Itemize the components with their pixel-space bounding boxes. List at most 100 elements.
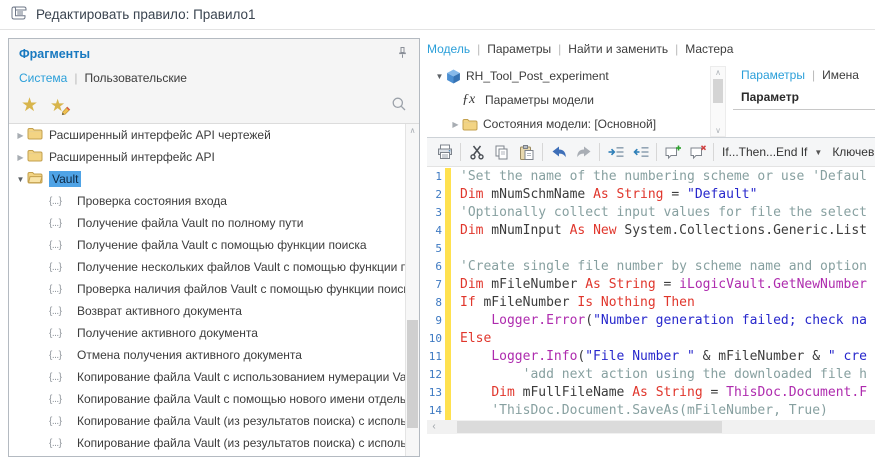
scroll-up-icon[interactable]: ∧ xyxy=(406,126,419,135)
if-then-snippet-dropdown[interactable]: If...Then...End If ▼ xyxy=(717,145,827,159)
tab-separator: | xyxy=(558,42,562,56)
keywords-dropdown[interactable]: Ключевые слова▼ xyxy=(827,145,875,159)
add-favorite-star-icon[interactable]: ★ xyxy=(50,97,71,115)
tree-row[interactable]: {...} Проверка наличия файлов Vault с пом… xyxy=(9,278,419,300)
code-text: 'Optionally collect input values for fil… xyxy=(460,205,867,220)
tree-row[interactable]: {...} Отмена получения активного документ… xyxy=(9,344,419,366)
tree-item-label: Копирование файла Vault (из результатов … xyxy=(77,436,419,450)
tree-row[interactable]: {...} Возврат активного документа xyxy=(9,300,419,322)
line-number: 6 xyxy=(435,260,442,273)
h-scrollbar-thumb[interactable] xyxy=(457,421,722,433)
remove-comment-icon[interactable] xyxy=(685,141,710,163)
snippet-icon: {...} xyxy=(49,327,62,339)
add-comment-icon[interactable] xyxy=(660,141,685,163)
code-text: 'Create single file number by scheme nam… xyxy=(460,259,867,274)
code-text: 'ThisDoc.Document.SaveAs(mFileNumber, Tr… xyxy=(491,403,828,418)
tree-row[interactable]: {...} Копирование файла Vault (из результ… xyxy=(9,410,419,432)
tree-row[interactable]: {...} Проверка состояния входа xyxy=(9,190,419,212)
tree-item-label: Получение активного документа xyxy=(77,326,258,340)
cut-icon[interactable] xyxy=(464,141,489,163)
parameters-panel: Параметры | Имена Параметр xyxy=(733,64,875,137)
tree-row[interactable]: {...} Получение активного документа xyxy=(9,322,419,344)
if-then-label: If...Then...End If xyxy=(722,145,808,159)
scroll-left-icon[interactable]: ‹ xyxy=(427,420,441,434)
indent-icon[interactable] xyxy=(603,141,628,163)
tree-row[interactable]: {...} Копирование файла Vault с помощью н… xyxy=(9,388,419,410)
toolbar-separator xyxy=(713,143,714,161)
tree-item-label: Копирование файла Vault с использованием… xyxy=(77,370,419,384)
code-line: 10 Else xyxy=(427,330,875,348)
expand-icon[interactable]: ▶ xyxy=(449,120,462,129)
line-number: 1 xyxy=(435,170,442,183)
search-icon[interactable] xyxy=(391,96,407,115)
model-tab-0[interactable]: Модель xyxy=(427,42,470,56)
code-line: 9 Logger.Error("Number generation failed… xyxy=(427,312,875,330)
code-line: 7 Dim mFileNumber As String = iLogicVault… xyxy=(427,276,875,294)
parameters-tab-1[interactable]: Имена xyxy=(822,68,859,82)
model-tab-1[interactable]: Параметры xyxy=(487,42,551,56)
scrollbar-thumb[interactable] xyxy=(407,320,418,428)
print-icon[interactable] xyxy=(432,141,457,163)
line-number: 2 xyxy=(435,188,442,201)
model-tab-2[interactable]: Найти и заменить xyxy=(568,42,668,56)
model-tree-row[interactable]: ▼ RH_Tool_Post_experiment xyxy=(427,64,710,88)
pin-icon[interactable] xyxy=(396,46,409,62)
tree-row[interactable]: ▶ Расширенный интерфейс API xyxy=(9,146,419,168)
expand-icon[interactable]: ▶ xyxy=(14,153,27,162)
line-number: 11 xyxy=(428,350,442,363)
line-number: 13 xyxy=(428,386,442,399)
line-number: 9 xyxy=(435,314,442,327)
model-tree-scrollbar[interactable]: ∧ ∨ xyxy=(710,66,726,137)
collapse-icon[interactable]: ▼ xyxy=(433,72,446,81)
outdent-icon[interactable] xyxy=(628,141,653,163)
tree-item-label: Получение файла Vault с помощью функции … xyxy=(77,238,367,252)
tree-row[interactable]: ▶ Расширенный интерфейс API чертежей xyxy=(9,124,419,146)
scrollbar-thumb[interactable] xyxy=(713,79,723,103)
line-number: 7 xyxy=(435,278,442,291)
scroll-up-icon[interactable]: ∧ xyxy=(711,68,725,77)
chevron-down-icon: ▼ xyxy=(814,147,823,157)
model-tab-3[interactable]: Мастера xyxy=(685,42,733,56)
folder-icon xyxy=(27,171,43,187)
editor-h-scrollbar[interactable]: ‹ xyxy=(427,420,875,434)
snippet-icon: {...} xyxy=(49,349,62,361)
tree-row[interactable]: {...} Копирование файла Vault (из результ… xyxy=(9,432,419,454)
line-number: 3 xyxy=(435,206,442,219)
fragments-tab-1[interactable]: Пользовательские xyxy=(84,71,187,85)
pencil-icon xyxy=(62,106,71,115)
code-line: 12 'add next action using the downloaded… xyxy=(427,366,875,384)
tree-row[interactable]: {...} Копирование файла Vault с использов… xyxy=(9,366,419,388)
redo-icon[interactable] xyxy=(571,141,596,163)
folder-icon xyxy=(462,118,478,131)
tree-item-label: Возврат активного документа xyxy=(77,304,242,318)
collapse-icon[interactable]: ▼ xyxy=(14,175,27,184)
favorites-star-icon[interactable]: ★ xyxy=(21,96,38,115)
code-line: 4 Dim mNumInput As New System.Collections… xyxy=(427,222,875,240)
copy-icon[interactable] xyxy=(489,141,514,163)
code-text: Logger.Info("File Number " & mFileNumber… xyxy=(491,349,868,364)
line-number: 12 xyxy=(428,368,442,381)
folder-icon xyxy=(27,149,43,165)
code-editor[interactable]: 1 'Set the name of the numbering scheme o… xyxy=(427,168,875,420)
code-text: Else xyxy=(460,331,492,346)
code-text: Dim mNumInput As New System.Collections.… xyxy=(460,223,867,238)
parameters-tab-0[interactable]: Параметры xyxy=(741,68,805,82)
scroll-down-icon[interactable]: ∨ xyxy=(711,126,725,135)
code-text: 'add next action using the downloaded fi… xyxy=(522,367,867,382)
tree-row[interactable]: {...} Получение нескольких файлов Vault с… xyxy=(9,256,419,278)
code-text: Dim mFullFileName As String = ThisDoc.Do… xyxy=(491,385,868,400)
model-tree-row[interactable]: ƒx Параметры модели xyxy=(427,88,710,112)
fragments-tab-0[interactable]: Система xyxy=(19,71,67,85)
fx-parameters-icon: ƒx xyxy=(462,92,476,107)
tree-row[interactable]: {...} Получение файла Vault с помощью фун… xyxy=(9,234,419,256)
paste-icon[interactable] xyxy=(514,141,539,163)
undo-icon[interactable] xyxy=(546,141,571,163)
fragments-tree-scrollbar[interactable]: ∧ xyxy=(405,124,419,456)
tree-row[interactable]: {...} Получение файла Vault по полному пу… xyxy=(9,212,419,234)
model-tree-row[interactable]: ▶ Состояния модели: [Основной] xyxy=(427,112,710,136)
tree-row[interactable]: ▼ Vault xyxy=(9,168,419,190)
expand-icon[interactable]: ▶ xyxy=(14,131,27,140)
parameter-column-header[interactable]: Параметр xyxy=(733,86,875,110)
